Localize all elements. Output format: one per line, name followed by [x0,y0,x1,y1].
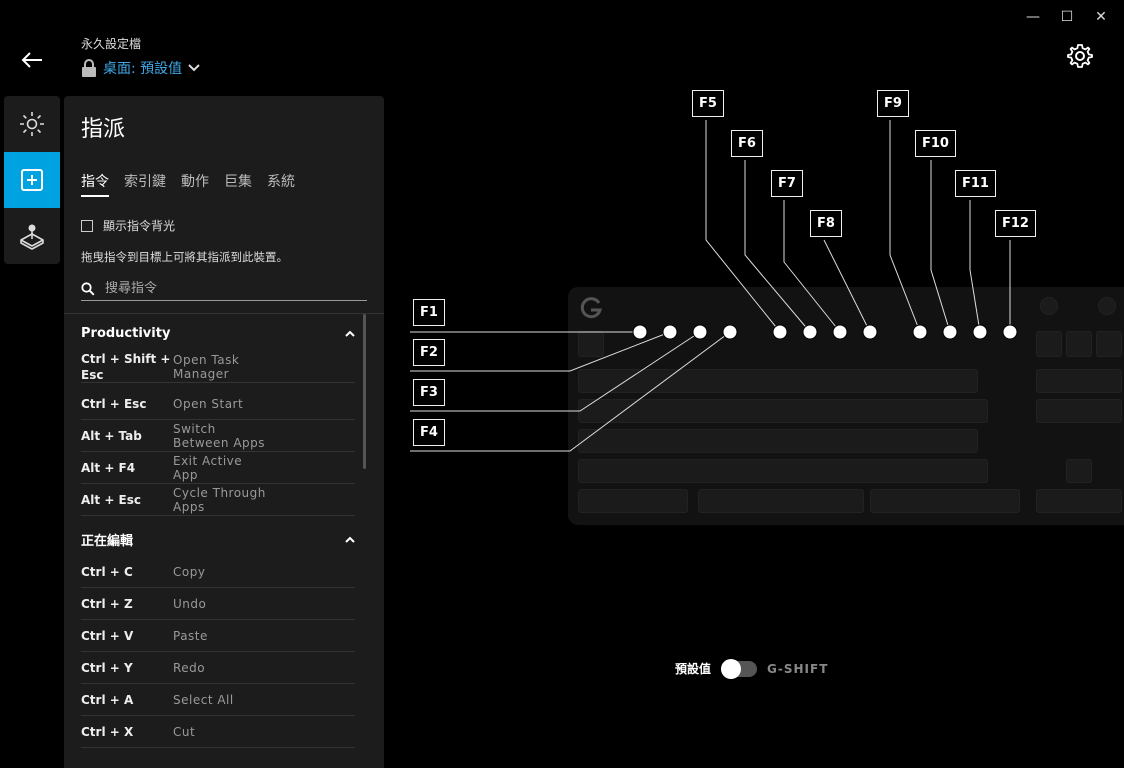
callout-f5[interactable]: F5 [692,90,724,117]
callout-f11[interactable]: F11 [955,170,996,197]
callout-f8[interactable]: F8 [810,210,842,237]
key-dot-f10 [942,324,958,340]
key-dot-f8 [862,324,878,340]
callout-f9[interactable]: F9 [877,90,909,117]
key-dot-f4 [722,324,738,340]
key-dot-f2 [662,324,678,340]
callout-f6[interactable]: F6 [731,130,763,157]
key-dot-f7 [832,324,848,340]
gshift-toggle-row: 預設值 G-SHIFT [675,658,829,679]
key-dot-f3 [692,324,708,340]
toggle-gshift-label: G-SHIFT [767,661,829,676]
key-dot-f11 [972,324,988,340]
callout-f4[interactable]: F4 [413,419,445,446]
callout-f12[interactable]: F12 [995,210,1036,237]
toggle-knob [721,658,742,679]
toggle-default-label: 預設值 [675,662,712,676]
key-dot-f5 [772,324,788,340]
callout-f7[interactable]: F7 [771,170,803,197]
key-dot-f6 [802,324,818,340]
callout-lines [410,120,1018,452]
callout-f1[interactable]: F1 [413,299,445,326]
key-dot-f9 [912,324,928,340]
gshift-toggle[interactable] [721,658,758,679]
callout-f10[interactable]: F10 [915,130,956,157]
callout-f3[interactable]: F3 [413,379,445,406]
key-dot-f1 [632,324,648,340]
callout-f2[interactable]: F2 [413,339,445,366]
key-dot-f12 [1002,324,1018,340]
